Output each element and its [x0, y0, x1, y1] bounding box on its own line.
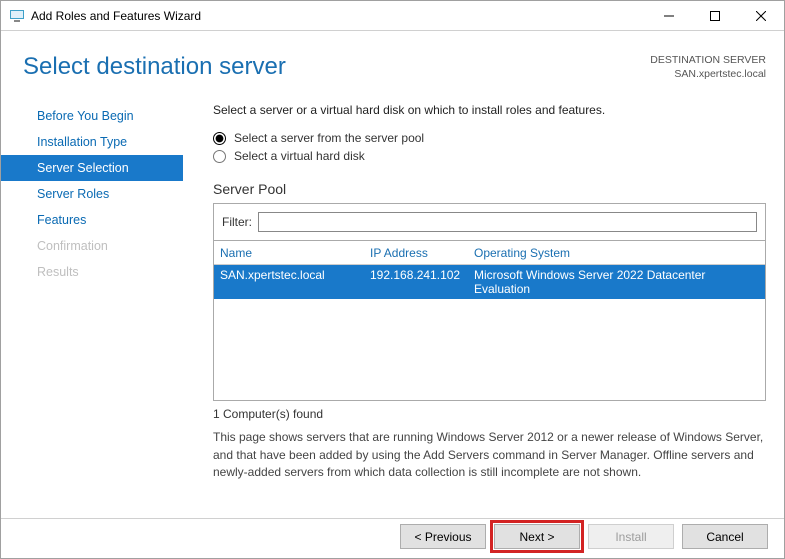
radio-server-pool-label: Select a server from the server pool: [234, 131, 424, 145]
radio-server-pool[interactable]: Select a server from the server pool: [213, 131, 766, 145]
nav-server-roles[interactable]: Server Roles: [1, 181, 183, 207]
filter-label: Filter:: [222, 215, 252, 229]
cell-name: SAN.xpertstec.local: [220, 268, 370, 296]
cell-os: Microsoft Windows Server 2022 Datacenter…: [474, 268, 759, 296]
destination-label: DESTINATION SERVER: [650, 53, 766, 67]
window-controls: [646, 1, 784, 31]
grid-header: Name IP Address Operating System: [214, 241, 765, 265]
nav-confirmation: Confirmation: [1, 233, 183, 259]
minimize-button[interactable]: [646, 1, 692, 31]
server-manager-icon: [9, 8, 25, 24]
cell-ip: 192.168.241.102: [370, 268, 474, 296]
install-button: Install: [588, 524, 674, 549]
server-grid: Name IP Address Operating System SAN.xpe…: [213, 241, 766, 401]
wizard-header: Select destination server DESTINATION SE…: [1, 31, 784, 89]
radio-vhd-label: Select a virtual hard disk: [234, 149, 365, 163]
nav-features[interactable]: Features: [1, 207, 183, 233]
previous-button[interactable]: < Previous: [400, 524, 486, 549]
radio-vhd[interactable]: Select a virtual hard disk: [213, 149, 766, 163]
wizard-content: Select a server or a virtual hard disk o…: [183, 95, 768, 512]
filter-input[interactable]: [258, 212, 757, 232]
cancel-button[interactable]: Cancel: [682, 524, 768, 549]
nav-results: Results: [1, 259, 183, 285]
intro-text: Select a server or a virtual hard disk o…: [213, 103, 766, 117]
nav-before-you-begin[interactable]: Before You Begin: [1, 103, 183, 129]
col-ip-header[interactable]: IP Address: [370, 246, 474, 260]
page-title: Select destination server: [23, 53, 650, 81]
nav-server-selection[interactable]: Server Selection: [1, 155, 183, 181]
table-row[interactable]: SAN.xpertstec.local 192.168.241.102 Micr…: [214, 265, 765, 299]
col-name-header[interactable]: Name: [220, 246, 370, 260]
close-button[interactable]: [738, 1, 784, 31]
window-title: Add Roles and Features Wizard: [31, 9, 646, 23]
wizard-nav: Before You Begin Installation Type Serve…: [1, 95, 183, 512]
page-note: This page shows servers that are running…: [213, 429, 766, 481]
radio-vhd-input[interactable]: [213, 150, 226, 163]
filter-box: Filter:: [213, 203, 766, 241]
wizard-body: Before You Begin Installation Type Serve…: [1, 89, 784, 512]
destination-info: DESTINATION SERVER SAN.xpertstec.local: [650, 53, 766, 81]
col-os-header[interactable]: Operating System: [474, 246, 759, 260]
wizard-footer: < Previous Next > Install Cancel: [1, 518, 784, 558]
grid-body: SAN.xpertstec.local 192.168.241.102 Micr…: [214, 265, 765, 400]
nav-installation-type[interactable]: Installation Type: [1, 129, 183, 155]
server-pool-title: Server Pool: [213, 181, 766, 197]
computers-found: 1 Computer(s) found: [213, 407, 766, 421]
next-button[interactable]: Next >: [494, 524, 580, 549]
radio-server-pool-input[interactable]: [213, 132, 226, 145]
maximize-button[interactable]: [692, 1, 738, 31]
destination-value: SAN.xpertstec.local: [650, 67, 766, 81]
titlebar: Add Roles and Features Wizard: [1, 1, 784, 31]
